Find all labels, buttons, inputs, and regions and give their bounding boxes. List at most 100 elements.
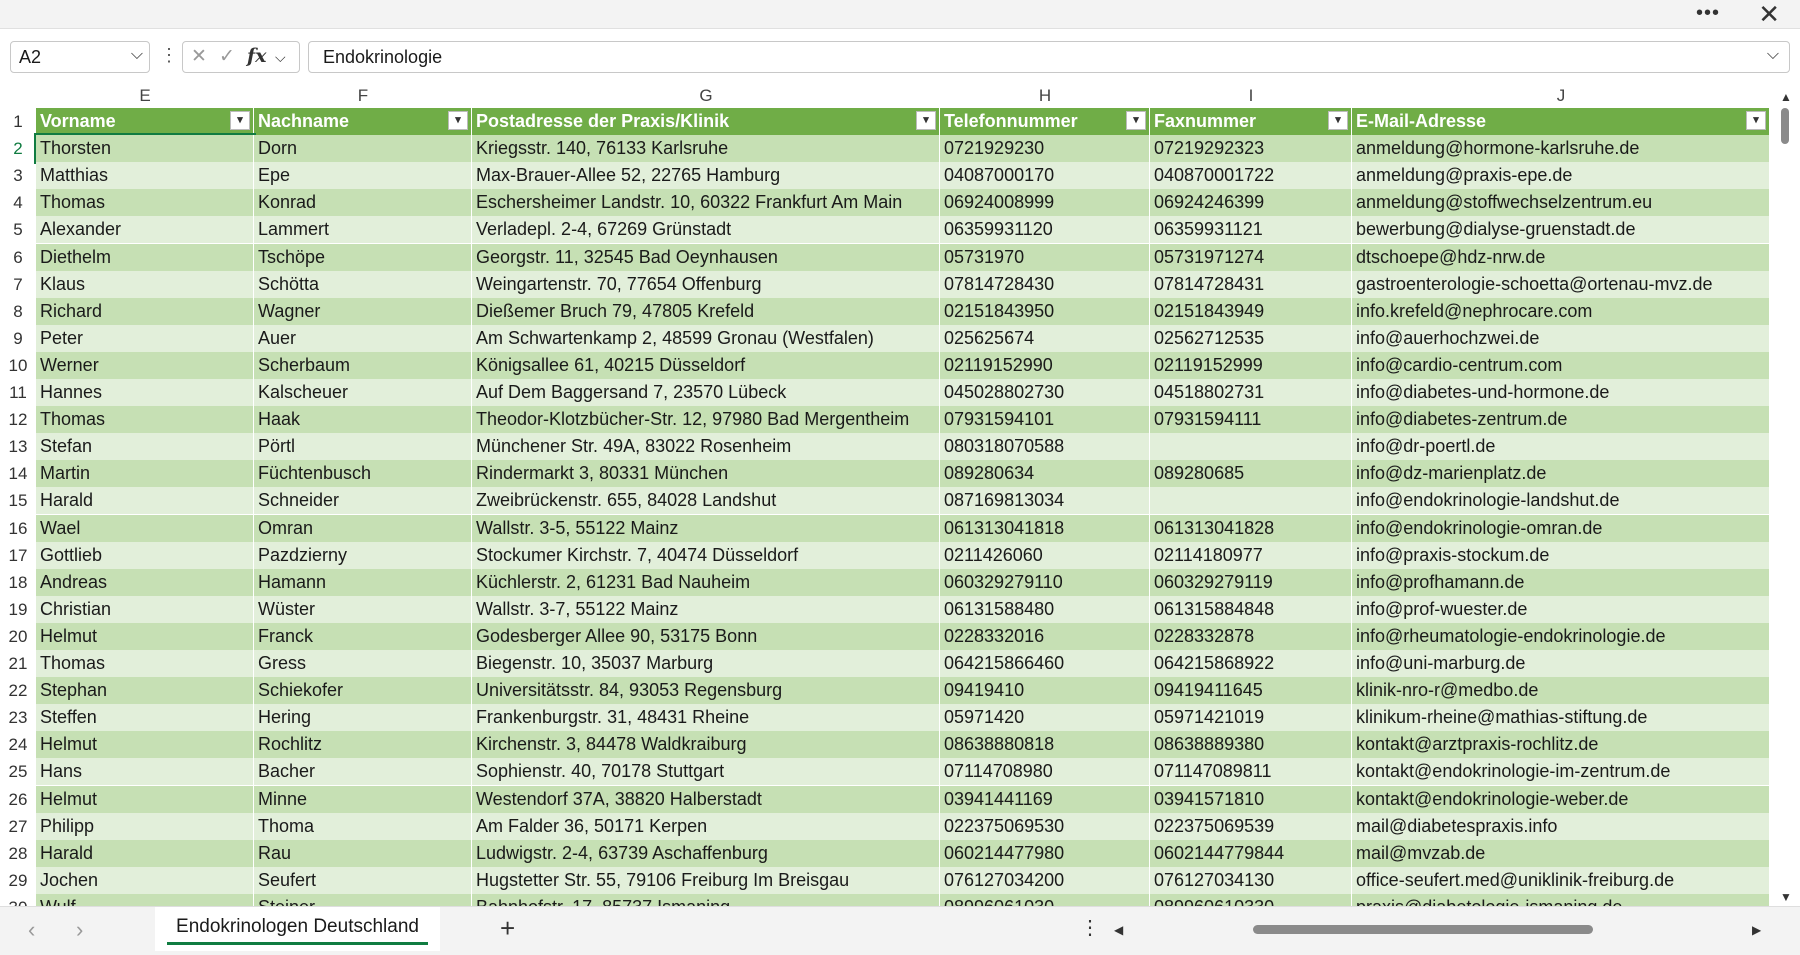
table-cell[interactable]: 076127034200 xyxy=(940,866,1150,894)
column-header[interactable]: J xyxy=(1352,84,1770,108)
table-cell[interactable]: Epe xyxy=(254,162,472,190)
row-header[interactable]: 19 xyxy=(0,596,36,623)
table-cell[interactable]: info.krefeld@nephrocare.com xyxy=(1352,297,1770,325)
table-cell[interactable]: 03941441169 xyxy=(940,785,1150,813)
row-header[interactable]: 21 xyxy=(0,650,36,677)
table-cell[interactable]: Westendorf 37A, 38820 Halberstadt xyxy=(472,785,940,813)
table-cell[interactable]: Küchlerstr. 2, 61231 Bad Nauheim xyxy=(472,568,940,596)
table-cell[interactable]: kontakt@endokrinologie-weber.de xyxy=(1352,785,1770,813)
table-header-cell[interactable]: Postadresse der Praxis/Klinik ▾ xyxy=(472,108,940,136)
table-cell[interactable]: Martin xyxy=(36,460,254,488)
chevron-down-icon[interactable]: ⌵ xyxy=(131,46,143,64)
table-cell[interactable]: Stockumer Kirchstr. 7, 40474 Düsseldorf xyxy=(472,541,940,569)
row-header[interactable]: 23 xyxy=(0,704,36,731)
table-cell[interactable]: anmeldung@stoffwechselzentrum.eu xyxy=(1352,189,1770,217)
table-cell[interactable]: Bacher xyxy=(254,758,472,786)
table-cell[interactable]: 06924246399 xyxy=(1150,189,1352,217)
scroll-thumb[interactable] xyxy=(1781,108,1789,144)
table-cell[interactable]: Wagner xyxy=(254,297,472,325)
scroll-left-icon[interactable]: ◀ xyxy=(1114,923,1123,937)
table-cell[interactable]: 05731970 xyxy=(940,243,1150,271)
table-cell[interactable]: Eschersheimer Landstr. 10, 60322 Frankfu… xyxy=(472,189,940,217)
column-header[interactable]: F xyxy=(254,84,472,108)
table-cell[interactable]: info@praxis-stockum.de xyxy=(1352,541,1770,569)
table-cell[interactable]: Verladepl. 2-4, 67269 Grünstadt xyxy=(472,216,940,244)
table-cell[interactable]: Bahnhofstr. 17, 85737 Ismaning xyxy=(472,893,940,906)
table-cell[interactable]: 0721929230 xyxy=(940,135,1150,163)
table-cell[interactable]: 061313041828 xyxy=(1150,514,1352,542)
table-cell[interactable]: Auf Dem Baggersand 7, 23570 Lübeck xyxy=(472,379,940,407)
table-cell[interactable]: anmeldung@hormone-karlsruhe.de xyxy=(1352,135,1770,163)
table-cell[interactable]: Scherbaum xyxy=(254,351,472,379)
table-cell[interactable]: 07219292323 xyxy=(1150,135,1352,163)
table-cell[interactable]: Diethelm xyxy=(36,243,254,271)
table-cell[interactable]: Dorn xyxy=(254,135,472,163)
scroll-up-icon[interactable]: ▲ xyxy=(1780,90,1792,104)
table-cell[interactable]: Kalscheuer xyxy=(254,379,472,407)
table-cell[interactable]: Pörtl xyxy=(254,433,472,461)
table-cell[interactable]: Franck xyxy=(254,622,472,650)
table-cell[interactable]: Steiner xyxy=(254,893,472,906)
table-cell[interactable]: Thoma xyxy=(254,812,472,840)
table-cell[interactable]: info@diabetes-zentrum.de xyxy=(1352,406,1770,434)
add-sheet-button[interactable]: + xyxy=(500,913,515,944)
table-cell[interactable]: 08638889380 xyxy=(1150,731,1352,759)
row-header[interactable]: 22 xyxy=(0,677,36,704)
table-cell[interactable]: Tschöpe xyxy=(254,243,472,271)
table-cell[interactable]: 02119152990 xyxy=(940,351,1150,379)
table-cell[interactable]: 04087000170 xyxy=(940,162,1150,190)
filter-dropdown-icon[interactable]: ▾ xyxy=(1328,111,1348,130)
table-cell[interactable]: 076127034130 xyxy=(1150,866,1352,894)
table-cell[interactable]: 089960610330 xyxy=(1150,893,1352,906)
table-cell[interactable]: info@endokrinologie-omran.de xyxy=(1352,514,1770,542)
table-cell[interactable]: 045028802730 xyxy=(940,379,1150,407)
table-cell[interactable]: Harald xyxy=(36,487,254,515)
table-cell[interactable]: info@endokrinologie-landshut.de xyxy=(1352,487,1770,515)
table-cell[interactable]: Omran xyxy=(254,514,472,542)
table-cell[interactable]: Stephan xyxy=(36,677,254,705)
table-cell[interactable]: Auer xyxy=(254,324,472,352)
table-cell[interactable]: 064215866460 xyxy=(940,650,1150,678)
table-cell[interactable]: Helmut xyxy=(36,731,254,759)
table-cell[interactable]: Helmut xyxy=(36,785,254,813)
table-cell[interactable]: Max-Brauer-Allee 52, 22765 Hamburg xyxy=(472,162,940,190)
table-cell[interactable] xyxy=(1150,487,1352,515)
table-cell[interactable]: Zweibrückenstr. 655, 84028 Landshut xyxy=(472,487,940,515)
table-cell[interactable]: Philipp xyxy=(36,812,254,840)
table-cell[interactable]: 05971420 xyxy=(940,704,1150,732)
horizontal-scrollbar[interactable]: ◀ ▶ xyxy=(1108,917,1768,943)
table-cell[interactable]: 02562712535 xyxy=(1150,324,1352,352)
table-cell[interactable]: Thomas xyxy=(36,406,254,434)
row-header[interactable]: 6 xyxy=(0,244,36,271)
table-cell[interactable]: info@profhamann.de xyxy=(1352,568,1770,596)
table-cell[interactable]: Universitätsstr. 84, 93053 Regensburg xyxy=(472,677,940,705)
table-cell[interactable]: Stefan xyxy=(36,433,254,461)
table-cell[interactable]: Am Schwartenkamp 2, 48599 Gronau (Westfa… xyxy=(472,324,940,352)
row-header[interactable]: 27 xyxy=(0,813,36,840)
row-header[interactable]: 10 xyxy=(0,352,36,379)
table-cell[interactable]: Helmut xyxy=(36,622,254,650)
table-cell[interactable]: Wael xyxy=(36,514,254,542)
table-cell[interactable]: Godesberger Allee 90, 53175 Bonn xyxy=(472,622,940,650)
table-cell[interactable]: Klaus xyxy=(36,270,254,298)
table-cell[interactable]: Schneider xyxy=(254,487,472,515)
table-cell[interactable]: info@rheumatologie-endokrinologie.de xyxy=(1352,622,1770,650)
table-cell[interactable]: Dießemer Bruch 79, 47805 Krefeld xyxy=(472,297,940,325)
table-cell[interactable]: Rindermarkt 3, 80331 München xyxy=(472,460,940,488)
table-cell[interactable]: Rochlitz xyxy=(254,731,472,759)
row-header[interactable]: 3 xyxy=(0,162,36,189)
table-cell[interactable]: Richard xyxy=(36,297,254,325)
table-cell[interactable]: Kirchenstr. 3, 84478 Waldkraiburg xyxy=(472,731,940,759)
table-cell[interactable]: info@uni-marburg.de xyxy=(1352,650,1770,678)
table-cell[interactable]: 02114180977 xyxy=(1150,541,1352,569)
table-cell[interactable]: 06924008999 xyxy=(940,189,1150,217)
table-cell[interactable]: Seufert xyxy=(254,866,472,894)
table-cell[interactable]: mail@diabetespraxis.info xyxy=(1352,812,1770,840)
table-cell[interactable]: Theodor-Klotzbücher-Str. 12, 97980 Bad M… xyxy=(472,406,940,434)
select-all-corner[interactable] xyxy=(0,84,36,108)
table-cell[interactable]: Thomas xyxy=(36,650,254,678)
table-cell[interactable]: Gress xyxy=(254,650,472,678)
table-cell[interactable]: Minne xyxy=(254,785,472,813)
row-header[interactable]: 12 xyxy=(0,406,36,433)
table-cell[interactable]: Pazdzierny xyxy=(254,541,472,569)
